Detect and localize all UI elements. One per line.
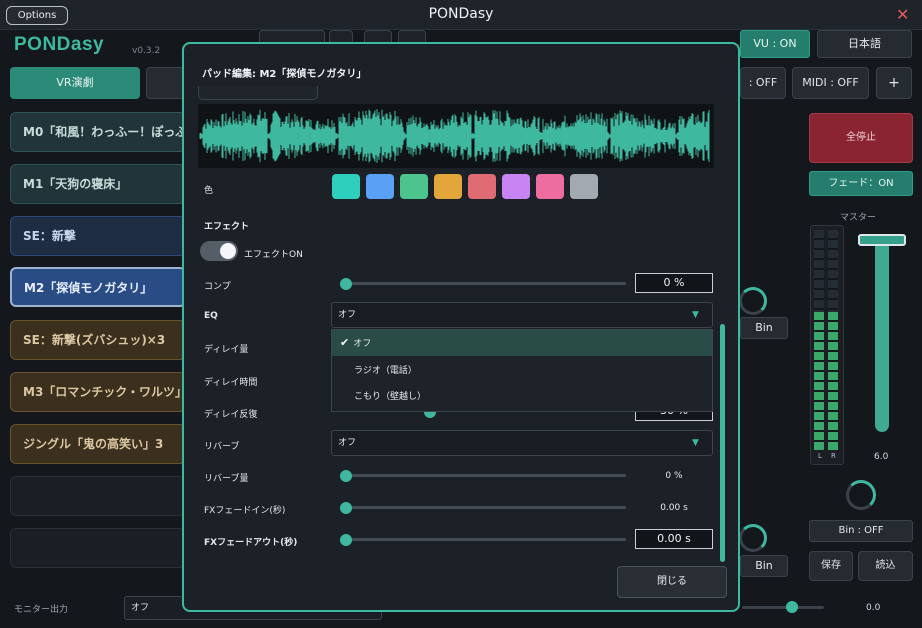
color-swatch-purple[interactable]: [502, 174, 530, 199]
check-icon: ✔: [340, 336, 350, 349]
add-button[interactable]: +: [876, 67, 912, 99]
pad-button-selected[interactable]: M2「探偵モノガタリ」: [10, 267, 186, 307]
pad-button[interactable]: SE：新撃(ズバシュッ)×3: [10, 320, 186, 360]
pad-empty[interactable]: [10, 528, 186, 568]
eq-label: EQ: [204, 311, 218, 321]
fade-out-slider-thumb[interactable]: [340, 534, 352, 546]
tab-second[interactable]: [146, 67, 186, 99]
meter-right-label: R: [831, 452, 836, 460]
waveform-graphic: [199, 109, 710, 163]
knob-icon[interactable]: [739, 287, 767, 315]
stop-all-button[interactable]: 全停止: [809, 113, 913, 163]
fade-in-value: 0.00 s: [660, 503, 688, 513]
eq-option-off[interactable]: ✔ オフ: [332, 330, 712, 356]
reverb-label: リバーブ: [204, 442, 240, 452]
delay-time-label: ディレイ時間: [204, 378, 258, 388]
color-swatch-pink[interactable]: [536, 174, 564, 199]
effect-toggle-knob[interactable]: [220, 243, 236, 259]
eq-option-muffled[interactable]: こもり（壁越し）: [332, 384, 712, 410]
eq-option-radio[interactable]: ラジオ（電話）: [332, 358, 712, 384]
pad-button[interactable]: M0「和風！わっふー！ぽっぷ！」: [10, 112, 186, 152]
compressor-slider-thumb[interactable]: [340, 278, 352, 290]
fade-in-slider[interactable]: [346, 506, 626, 509]
color-swatch-blue[interactable]: [366, 174, 394, 199]
eq-dropdown-arrow-icon[interactable]: ▼: [692, 310, 699, 320]
compressor-slider[interactable]: [346, 282, 626, 285]
master-value: 6.0: [874, 452, 889, 462]
reverb-select[interactable]: オフ: [331, 430, 713, 456]
color-label: 色: [204, 186, 214, 196]
vu-toggle-button[interactable]: VU : ON: [740, 30, 810, 58]
eq-select[interactable]: オフ: [331, 302, 713, 328]
off-toggle-button[interactable]: : OFF: [740, 67, 786, 99]
eq-dropdown-list: ✔ オフ ラジオ（電話） こもり（壁越し）: [331, 329, 713, 412]
reverb-amount-slider[interactable]: [346, 474, 626, 477]
pad-button[interactable]: SE：新撃: [10, 216, 186, 256]
knob-icon[interactable]: [739, 524, 767, 552]
knob-icon[interactable]: [846, 480, 876, 510]
volume-slider-track[interactable]: [742, 606, 824, 609]
app-logo: PONDasy: [14, 34, 105, 55]
master-fader-handle[interactable]: [858, 234, 906, 246]
fade-in-label: FXフェードイン(秒): [204, 506, 286, 516]
fade-toggle-button[interactable]: フェード：ON: [809, 171, 913, 196]
close-window-icon[interactable]: ✕: [896, 5, 909, 24]
eq-option-label: オフ: [353, 339, 372, 349]
compressor-value-field[interactable]: 0 %: [635, 273, 713, 293]
color-swatch-green[interactable]: [400, 174, 428, 199]
language-button[interactable]: 日本語: [817, 30, 912, 58]
monitor-output-label: モニター出力: [14, 605, 69, 615]
effect-toggle-label: エフェクトON: [244, 250, 303, 260]
fade-out-value-field[interactable]: 0.00 s: [635, 529, 713, 549]
fade-in-slider-thumb[interactable]: [340, 502, 352, 514]
reverb-amount-label: リバーブ量: [204, 474, 249, 484]
color-swatch-gray[interactable]: [570, 174, 598, 199]
close-dialog-button[interactable]: 閉じる: [617, 566, 727, 598]
bin-button[interactable]: Bin: [740, 317, 788, 339]
volume-value: 0.0: [866, 603, 881, 613]
reverb-amount-value: 0 %: [665, 471, 683, 481]
scrolled-tab-strip: [198, 86, 318, 100]
pad-button[interactable]: M1「天狗の寝床」: [10, 164, 186, 204]
midi-toggle-button[interactable]: MIDI : OFF: [792, 67, 869, 99]
color-swatch-red[interactable]: [468, 174, 496, 199]
pad-button[interactable]: ジングル「鬼の高笑い」3: [10, 424, 186, 464]
pad-empty[interactable]: [10, 476, 186, 516]
reverb-amount-slider-thumb[interactable]: [340, 470, 352, 482]
compressor-label: コンプ: [204, 282, 231, 292]
bin-toggle-button[interactable]: Bin : OFF: [809, 520, 913, 542]
pad-button[interactable]: M3「ロマンチック・ワルツ」: [10, 372, 186, 412]
effect-heading: エフェクト: [204, 222, 250, 232]
meter-right: [828, 230, 838, 450]
reverb-dropdown-arrow-icon[interactable]: ▼: [692, 438, 699, 448]
dialog-title: パッド編集: M2「探偵モノガタリ」: [202, 69, 367, 80]
load-button[interactable]: 読込: [858, 551, 913, 581]
pad-edit-dialog: パッド編集: M2「探偵モノガタリ」 色 エフェクト エフェクトON コンプ 0…: [182, 42, 740, 612]
master-fader-track[interactable]: [875, 240, 889, 432]
waveform-display[interactable]: [198, 104, 714, 168]
delay-feedback-label: ディレイ反復: [204, 410, 258, 420]
delay-amount-label: ディレイ量: [204, 345, 249, 355]
meter-left: [814, 230, 824, 450]
bin-button[interactable]: Bin: [740, 555, 788, 577]
window-title: PONDasy: [428, 6, 494, 22]
meter-left-label: L: [818, 452, 822, 460]
app-version: v0.3.2: [132, 46, 161, 56]
save-button[interactable]: 保存: [809, 551, 853, 581]
master-label: マスター: [840, 213, 877, 223]
volume-slider-thumb[interactable]: [786, 601, 798, 613]
fade-out-slider[interactable]: [346, 538, 626, 541]
dialog-scrollbar[interactable]: [720, 324, 725, 562]
tab-vr[interactable]: VR演劇: [10, 67, 140, 99]
color-swatch-teal[interactable]: [332, 174, 360, 199]
fade-out-label: FXフェードアウト(秒): [204, 538, 298, 548]
color-swatch-orange[interactable]: [434, 174, 462, 199]
